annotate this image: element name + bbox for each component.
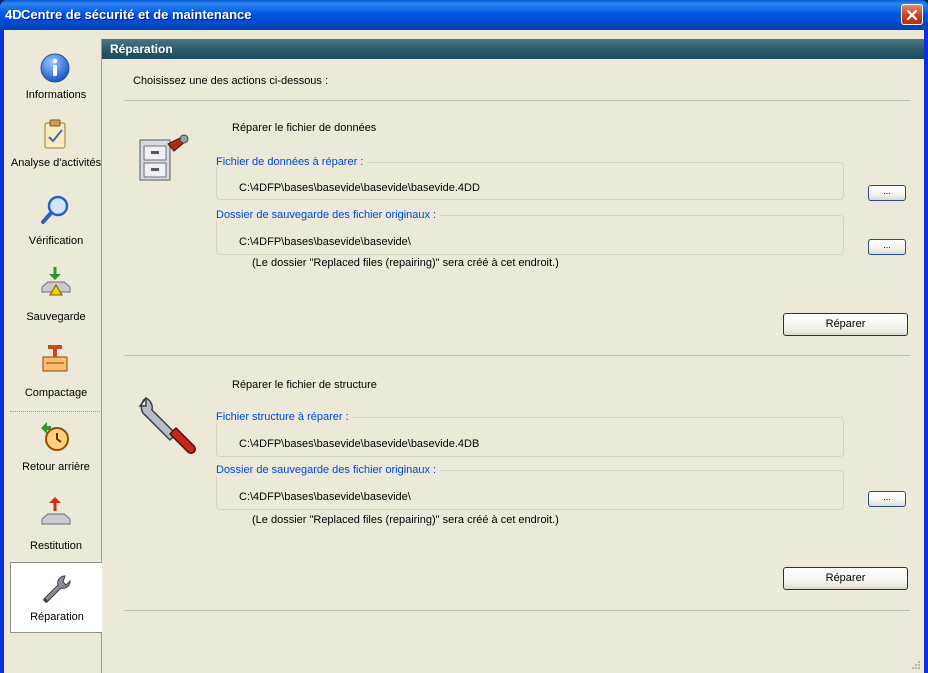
sidebar: Informations Analyse d'activités Vérific… <box>10 39 103 673</box>
repair-structure-button[interactable]: Réparer <box>783 567 908 590</box>
title-bar[interactable]: 4D Centre de sécurité et de maintenance <box>0 0 928 30</box>
sidebar-item-retour-arriere[interactable]: Retour arrière <box>10 417 102 487</box>
data-backup-note: (Le dossier "Replaced files (repairing)"… <box>252 257 559 269</box>
sidebar-item-analyse[interactable]: Analyse d'activités <box>10 117 102 187</box>
app-logo: 4D <box>5 7 22 22</box>
repair-data-button[interactable]: Réparer <box>783 313 908 336</box>
data-file-legend: Fichier de données à réparer : <box>216 156 368 168</box>
sidebar-item-label: Retour arrière <box>22 461 90 473</box>
sidebar-item-label: Vérification <box>28 235 84 247</box>
section-header: Réparation <box>102 39 924 59</box>
magnifier-icon <box>41 195 69 224</box>
sidebar-item-compactage[interactable]: Compactage <box>10 341 102 411</box>
window-title: Centre de sécurité et de maintenance <box>21 7 252 22</box>
sidebar-item-sauvegarde[interactable]: Sauvegarde <box>10 265 102 335</box>
app-window: 4D Centre de sécurité et de maintenance … <box>0 0 928 673</box>
sidebar-item-verification[interactable]: Vérification <box>10 189 102 259</box>
close-button[interactable] <box>901 4 923 25</box>
sidebar-item-label: Sauvegarde <box>26 311 86 323</box>
data-file-group: Fichier de données à réparer : C:\4DFP\b… <box>216 156 844 200</box>
close-icon <box>906 9 918 20</box>
sidebar-separator <box>10 411 102 412</box>
sidebar-item-restitution[interactable]: Restitution <box>10 495 102 565</box>
structure-backup-browse-button[interactable]: ... <box>868 491 906 507</box>
divider <box>124 355 910 356</box>
intro-text: Choisissez une des actions ci-dessous : <box>133 75 329 87</box>
main-panel: Réparation Choisissez une des actions ci… <box>102 39 924 673</box>
sidebar-item-label: Analyse d'activités <box>10 157 102 169</box>
resize-grip-icon[interactable] <box>911 660 921 670</box>
structure-backup-note: (Le dossier "Replaced files (repairing)"… <box>252 514 559 526</box>
wrench-icon <box>42 575 71 604</box>
sidebar-item-label: Informations <box>25 89 87 101</box>
sidebar-item-label: Restitution <box>30 540 82 552</box>
data-file-browse-button[interactable]: ... <box>868 185 906 201</box>
structure-backup-legend: Dossier de sauvegarde des fichier origin… <box>216 464 441 476</box>
structure-backup-path: C:\4DFP\bases\basevide\basevide\ <box>239 491 411 503</box>
sidebar-item-label: Compactage <box>24 387 88 399</box>
data-backup-legend: Dossier de sauvegarde des fichier origin… <box>216 209 441 221</box>
divider <box>124 100 910 101</box>
data-backup-browse-button[interactable]: ... <box>868 239 906 255</box>
window-frame: Informations Analyse d'activités Vérific… <box>0 30 928 673</box>
data-file-path: C:\4DFP\bases\basevide\basevide\basevide… <box>239 182 480 194</box>
structure-file-group: Fichier structure à réparer : C:\4DFP\ba… <box>216 411 844 457</box>
analysis-icon <box>44 119 66 149</box>
backup-icon <box>41 267 71 296</box>
client-area: Informations Analyse d'activités Vérific… <box>4 30 924 673</box>
wrench-large-icon <box>138 396 196 454</box>
compact-icon <box>42 345 68 372</box>
structure-file-legend: Fichier structure à réparer : <box>216 411 353 423</box>
structure-block-title: Réparer le fichier de structure <box>232 379 377 391</box>
file-cabinet-icon <box>139 134 189 181</box>
sidebar-item-informations[interactable]: Informations <box>10 45 102 115</box>
data-block-title: Réparer le fichier de données <box>232 122 377 134</box>
structure-backup-group: Dossier de sauvegarde des fichier origin… <box>216 464 844 510</box>
sidebar-item-reparation[interactable]: Réparation <box>10 562 103 633</box>
data-backup-path: C:\4DFP\bases\basevide\basevide\ <box>239 236 411 248</box>
data-backup-group: Dossier de sauvegarde des fichier origin… <box>216 209 844 255</box>
restore-icon <box>41 497 71 525</box>
structure-file-path: C:\4DFP\bases\basevide\basevide\basevide… <box>239 438 480 450</box>
rollback-icon <box>41 422 69 451</box>
sidebar-item-label: Réparation <box>30 611 84 623</box>
divider <box>124 610 910 611</box>
info-icon <box>40 53 70 83</box>
